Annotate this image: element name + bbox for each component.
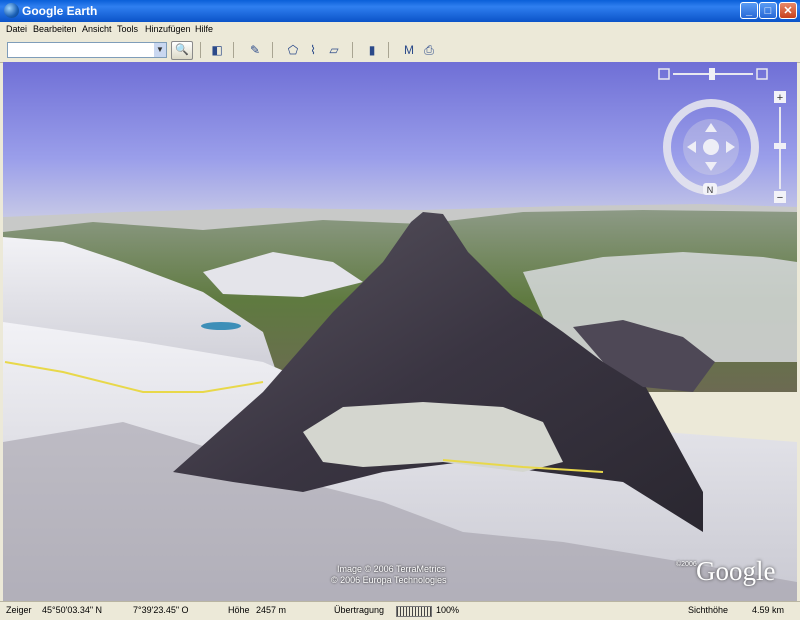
toolbar-separator <box>200 42 201 58</box>
menu-tools[interactable]: Tools <box>117 24 138 34</box>
email-icon[interactable]: M <box>401 42 417 58</box>
menu-ansicht[interactable]: Ansicht <box>82 24 112 34</box>
earth-3d-view[interactable]: N + − Image © 2006 TerraMetrics © 2006 E… <box>3 62 797 601</box>
tilt-slider-thumb[interactable] <box>709 68 715 80</box>
close-button[interactable]: ✕ <box>779 2 797 19</box>
sidebar-toggle-icon[interactable]: ◧ <box>209 42 225 58</box>
menu-hilfe[interactable]: Hilfe <box>195 24 213 34</box>
print-icon[interactable]: ⎙ <box>421 42 437 58</box>
minimize-button[interactable]: _ <box>740 2 758 19</box>
imagery-credit-2: © 2006 Europa Technologies <box>331 575 447 585</box>
toolbar: ▼ 🔍 ◧ ✎ ⬠ ⌇ ▱ ▮ M ⎙ <box>0 38 800 63</box>
imagery-credit: Image © 2006 TerraMetrics <box>337 564 446 574</box>
image-overlay-add-icon[interactable]: ▱ <box>326 42 342 58</box>
tilt-flat-icon[interactable] <box>658 68 670 80</box>
logo-year: ©2006 <box>676 561 697 568</box>
zoom-in-label: + <box>777 92 783 104</box>
menu-bearbeiten[interactable]: Bearbeiten <box>33 24 77 34</box>
streaming-percent: 100% <box>436 605 460 615</box>
navigation-controls[interactable]: N + − <box>653 67 797 207</box>
height-value: 2457 m <box>256 605 287 615</box>
status-bar: Zeiger 45°50'03.34" N 7°39'23.45" O Höhe… <box>0 601 800 620</box>
streaming-label: Übertragung <box>334 605 385 615</box>
tilt-3d-icon[interactable] <box>756 68 768 80</box>
google-earth-app-icon <box>4 3 19 18</box>
mountain-lake <box>201 322 241 330</box>
look-center-icon[interactable] <box>703 139 719 155</box>
search-go-button[interactable]: 🔍 <box>171 41 193 60</box>
pointer-latitude: 45°50'03.34" N <box>42 605 103 615</box>
placemark-add-icon[interactable]: ✎ <box>247 42 263 58</box>
menu-datei[interactable]: Datei <box>6 24 27 34</box>
toolbar-separator <box>388 42 389 58</box>
search-input[interactable]: ▼ <box>7 42 167 58</box>
height-label: Höhe <box>228 605 250 615</box>
ruler-icon[interactable]: ▮ <box>364 42 380 58</box>
magnifier-icon: 🔍 <box>175 44 189 56</box>
pointer-longitude: 7°39'23.45" O <box>133 605 189 615</box>
eye-altitude-value: 4.59 km <box>752 605 785 615</box>
toolbar-separator <box>233 42 234 58</box>
search-dropdown-icon[interactable]: ▼ <box>154 43 166 57</box>
eye-altitude-label: Sichthöhe <box>688 605 729 615</box>
polygon-add-icon[interactable]: ⬠ <box>285 42 301 58</box>
zoom-slider-thumb[interactable] <box>774 143 786 149</box>
google-logo: Google <box>696 556 776 586</box>
title-bar: Google Earth _ □ ✕ <box>0 0 800 22</box>
toolbar-separator <box>352 42 353 58</box>
streaming-progress <box>396 606 432 617</box>
north-label: N <box>707 185 714 195</box>
pointer-label: Zeiger <box>6 605 32 615</box>
path-add-icon[interactable]: ⌇ <box>305 42 321 58</box>
toolbar-separator <box>272 42 273 58</box>
window-title: Google Earth <box>22 4 98 18</box>
maximize-button[interactable]: □ <box>759 2 777 19</box>
zoom-out-label: − <box>777 192 783 204</box>
menu-hinzufuegen[interactable]: Hinzufügen <box>145 24 191 34</box>
menu-bar: Datei Bearbeiten Ansicht Tools Hinzufüge… <box>0 22 800 38</box>
